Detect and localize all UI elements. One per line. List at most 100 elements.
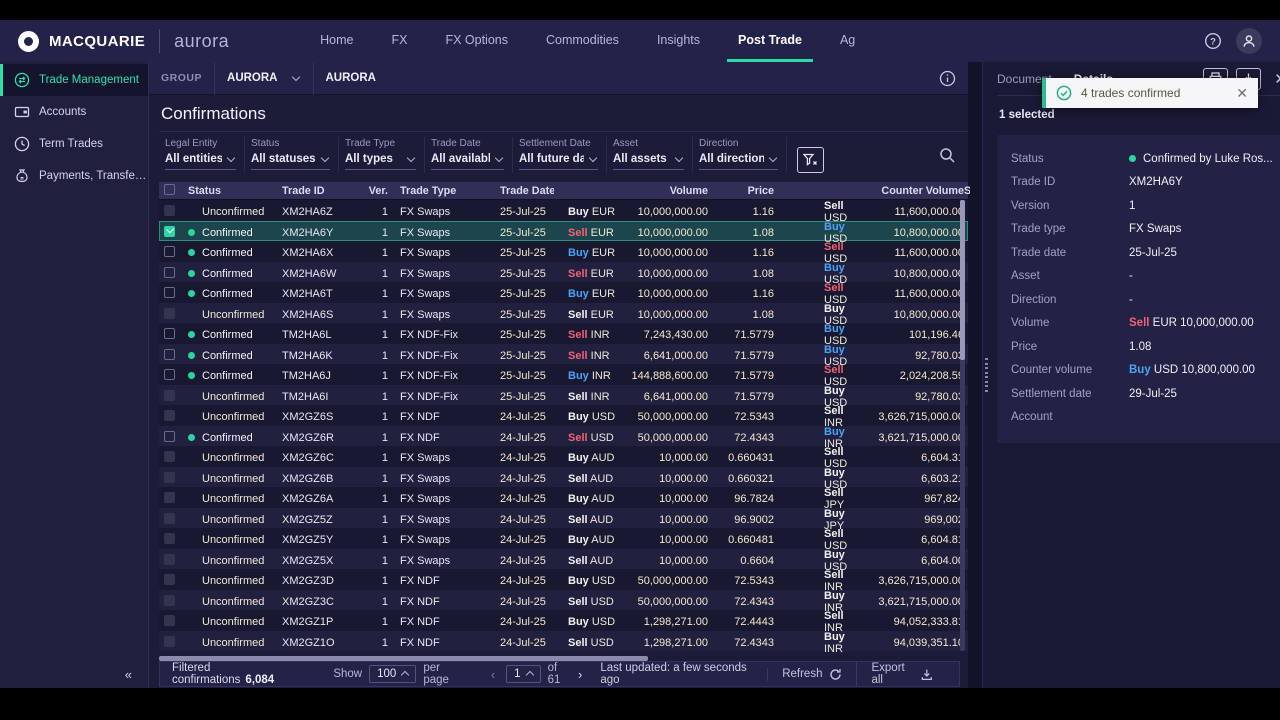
table-row[interactable]: UnconfirmedXM2HA6S1FX Swaps25-Jul-25Sell… [159, 303, 968, 324]
price-cell: 72.4443 [708, 616, 774, 628]
filter-direction[interactable]: DirectionAll directions [693, 137, 787, 173]
table-row[interactable]: ConfirmedXM2HA6Y1FX Swaps25-Jul-25Sell E… [159, 221, 968, 242]
direction-text: Buy [568, 452, 589, 464]
table-row[interactable]: ConfirmedXM2HA6W1FX Swaps25-Jul-25Sell E… [159, 262, 968, 283]
column-header-s[interactable]: S [964, 185, 970, 197]
nav-item-fx-options[interactable]: FX Options [426, 20, 527, 62]
next-page-button[interactable]: › [574, 667, 586, 682]
table-row[interactable]: ConfirmedXM2GZ6R1FX NDF24-Jul-25Sell USD… [159, 426, 968, 447]
table-row[interactable]: ConfirmedTM2HA6L1FX NDF-Fix25-Jul-25Sell… [159, 323, 968, 344]
table-row[interactable]: UnconfirmedXM2GZ6C1FX Swaps24-Jul-25Buy … [159, 446, 968, 467]
table-row[interactable]: UnconfirmedXM2GZ5X1FX Swaps24-Jul-25Sell… [159, 549, 968, 570]
column-header-price[interactable]: Price [708, 185, 774, 197]
refresh-button[interactable]: Refresh [767, 668, 856, 681]
counter-volume-cell: 3,621,715,000.00 [858, 432, 964, 444]
table-row[interactable]: UnconfirmedXM2GZ1P1FX NDF24-Jul-25Buy US… [159, 610, 968, 631]
counter-volume-cell: 10,800,000.00 [858, 227, 964, 239]
vertical-scrollbar[interactable] [960, 200, 965, 651]
panel-resize-handle[interactable] [985, 358, 988, 392]
row-checkbox[interactable] [164, 369, 175, 380]
status-text: Confirmed [202, 370, 253, 382]
column-header-status[interactable]: Status [188, 185, 282, 197]
sidebar-item-accounts[interactable]: Accounts [0, 96, 148, 128]
direction-cell: Buy EUR [554, 206, 616, 218]
horizontal-scrollbar-thumb[interactable] [159, 656, 648, 661]
column-header-ver[interactable]: Ver. [360, 185, 388, 197]
nav-item-ag[interactable]: Ag [821, 20, 874, 62]
table-row[interactable]: UnconfirmedXM2HA6Z1FX Swaps25-Jul-25Buy … [159, 200, 968, 221]
table-header-row: StatusTrade IDVer.Trade TypeTrade Date Vo… [159, 182, 968, 200]
table-row[interactable]: UnconfirmedTM2HA6I1FX NDF-Fix25-Jul-25Se… [159, 385, 968, 406]
row-checkbox[interactable] [164, 328, 175, 339]
column-header-trade-date[interactable]: Trade Date [484, 185, 554, 197]
sidebar-item-term-trades[interactable]: Term Trades [0, 128, 148, 160]
row-checkbox[interactable] [164, 226, 175, 237]
column-header-counter-volume[interactable]: Counter Volume [858, 185, 964, 197]
counter-direction-cell: Buy INR [774, 631, 858, 655]
refresh-icon [829, 668, 842, 681]
export-all-button[interactable]: Export all [856, 662, 947, 686]
group-selector[interactable]: AURORA [227, 72, 300, 84]
filter-trade-date[interactable]: Trade DateAll available [425, 137, 513, 173]
version-cell: 1 [360, 268, 388, 280]
select-all-checkbox[interactable] [164, 184, 175, 195]
sidebar-item-payments-transfers[interactable]: Payments, Transfers & ... [0, 160, 148, 192]
row-checkbox[interactable] [164, 287, 175, 298]
volume-cell: 10,000.00 [616, 493, 708, 505]
filter-asset[interactable]: AssetAll assets [607, 137, 693, 173]
row-checkbox[interactable] [164, 431, 175, 442]
row-checkbox-cell [164, 574, 188, 588]
help-icon[interactable]: ? [1204, 32, 1222, 50]
price-cell: 96.9002 [708, 514, 774, 526]
page-select[interactable]: 1 [506, 665, 540, 683]
table-row[interactable]: UnconfirmedXM2GZ3D1FX NDF24-Jul-25Buy US… [159, 569, 968, 590]
toast-close-icon[interactable]: ✕ [1236, 85, 1248, 102]
table-row[interactable]: ConfirmedTM2HA6K1FX NDF-Fix25-Jul-25Sell… [159, 344, 968, 365]
currency-text: USD [589, 616, 615, 628]
row-checkbox[interactable] [164, 246, 175, 257]
table-row[interactable]: UnconfirmedXM2GZ6B1FX Swaps24-Jul-25Sell… [159, 467, 968, 488]
table-row[interactable]: UnconfirmedXM2GZ6S1FX NDF24-Jul-25Buy US… [159, 405, 968, 426]
column-header-trade-id[interactable]: Trade ID [282, 185, 360, 197]
table-row[interactable]: UnconfirmedXM2GZ6A1FX Swaps24-Jul-25Buy … [159, 487, 968, 508]
sidebar-collapse-button[interactable]: « [125, 667, 132, 682]
direction-text: Sell [824, 446, 844, 458]
info-icon[interactable] [939, 70, 956, 87]
row-checkbox[interactable] [164, 267, 175, 278]
direction-cell: Buy USD [554, 575, 616, 587]
table-row[interactable]: ConfirmedTM2HA6J1FX NDF-Fix25-Jul-25Buy … [159, 364, 968, 385]
page-size-select[interactable]: 100 [369, 665, 416, 683]
sidebar-item-trade-management[interactable]: Trade Management [0, 64, 148, 96]
clear-filters-button[interactable] [797, 147, 824, 173]
filter-trade-type[interactable]: Trade TypeAll types [339, 137, 425, 173]
table-row[interactable]: UnconfirmedXM2GZ5Y1FX Swaps24-Jul-25Buy … [159, 528, 968, 549]
prev-page-button[interactable]: ‹ [487, 667, 499, 682]
column-header-volume[interactable]: Volume [616, 185, 708, 197]
direction-cell: Sell INR [554, 329, 616, 341]
filter-status[interactable]: StatusAll statuses [245, 137, 339, 173]
column-header-trade-type[interactable]: Trade Type [388, 185, 484, 197]
user-avatar-icon[interactable] [1236, 28, 1262, 54]
row-checkbox-cell [164, 431, 188, 445]
status-text: Unconfirmed [202, 473, 264, 485]
nav-item-home[interactable]: Home [301, 20, 372, 62]
trade-type-cell: FX Swaps [388, 555, 484, 567]
filter-legal-entity[interactable]: Legal EntityAll entities [159, 137, 245, 173]
vertical-scrollbar-thumb[interactable] [960, 200, 965, 360]
table-row[interactable]: UnconfirmedXM2GZ5Z1FX Swaps24-Jul-25Sell… [159, 508, 968, 529]
nav-item-post-trade[interactable]: Post Trade [719, 20, 821, 62]
row-checkbox[interactable] [164, 349, 175, 360]
table-row[interactable]: UnconfirmedXM2GZ1O1FX NDF24-Jul-25Sell U… [159, 631, 968, 652]
table-row[interactable]: ConfirmedXM2HA6T1FX Swaps25-Jul-25Buy EU… [159, 282, 968, 303]
nav-item-commodities[interactable]: Commodities [527, 20, 638, 62]
search-icon[interactable] [939, 147, 956, 164]
price-cell: 0.660321 [708, 473, 774, 485]
price-cell: 1.08 [708, 227, 774, 239]
table-row[interactable]: UnconfirmedXM2GZ3C1FX NDF24-Jul-25Sell U… [159, 590, 968, 611]
filter-label: Trade Type [345, 138, 416, 149]
nav-item-insights[interactable]: Insights [638, 20, 719, 62]
nav-item-fx[interactable]: FX [372, 20, 426, 62]
filter-settlement-date[interactable]: Settlement DateAll future dat... [513, 137, 607, 173]
table-row[interactable]: ConfirmedXM2HA6X1FX Swaps25-Jul-25Buy EU… [159, 241, 968, 262]
close-panel-icon[interactable]: ✕ [1274, 70, 1280, 88]
